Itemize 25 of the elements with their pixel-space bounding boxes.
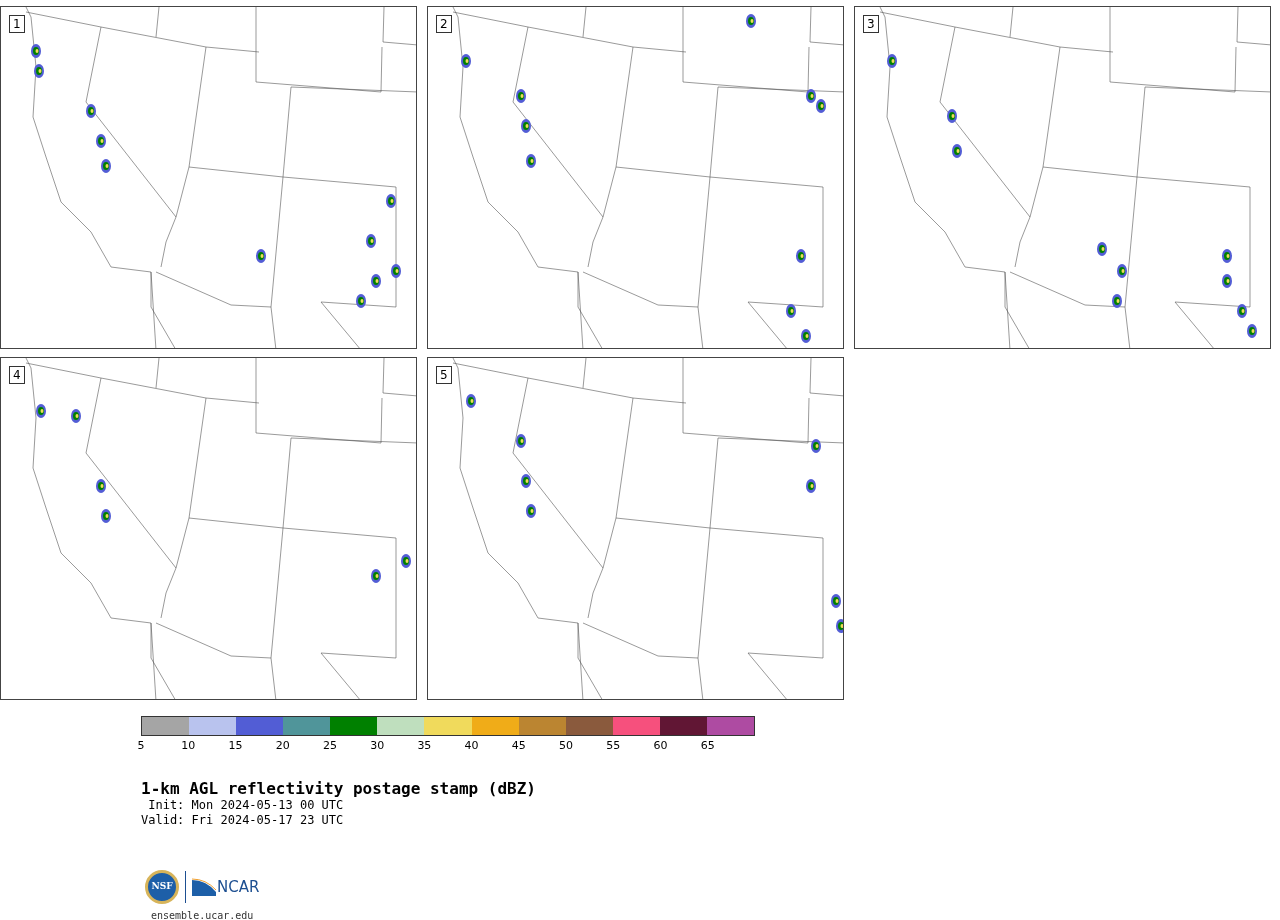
panel-number: 4	[9, 366, 25, 384]
tick-label: 45	[511, 740, 526, 752]
tick-label: 35	[417, 740, 432, 752]
tick-label: 15	[228, 740, 243, 752]
init-time: Init: Mon 2024-05-13 00 UTC	[147, 798, 345, 813]
panel-number: 2	[436, 15, 452, 33]
tick-label: 20	[275, 740, 290, 752]
tick-label: 25	[322, 740, 337, 752]
panel-number: 1	[9, 15, 25, 33]
wave-icon	[192, 878, 216, 896]
panel-number: 3	[863, 15, 879, 33]
panel-number: 5	[436, 366, 452, 384]
tick-label: 65	[700, 740, 715, 752]
valid-time: Valid: Fri 2024-05-17 23 UTC	[141, 813, 345, 828]
tick-label: 5	[137, 740, 145, 752]
tick-label: 50	[559, 740, 574, 752]
tick-label: 40	[464, 740, 479, 752]
tick-label: 60	[653, 740, 668, 752]
ncar-logo: NCAR	[192, 875, 260, 899]
chart-title: 1-km AGL reflectivity postage stamp (dBZ)	[141, 779, 537, 798]
nsf-logo: NSF	[145, 870, 179, 904]
tick-label: 10	[181, 740, 196, 752]
tick-label: 55	[606, 740, 621, 752]
tick-label: 30	[370, 740, 385, 752]
site-url: ensemble.ucar.edu	[151, 909, 255, 920]
